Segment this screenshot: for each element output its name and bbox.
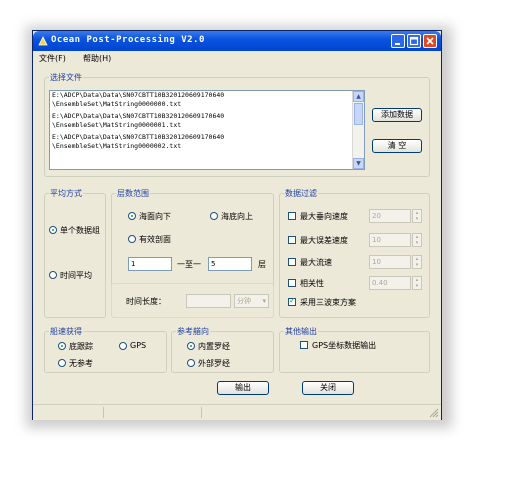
max-vertical-speed-label: 最大垂向速度 [300,212,348,221]
title-bar[interactable]: Ocean Post-Processing V2.0 [33,31,441,51]
bottom-up-radio[interactable] [210,212,218,220]
max-error-speed-spinner[interactable]: ▴ ▾ [412,233,422,247]
bottom-track-radio[interactable] [58,342,66,350]
main-window: Ocean Post-Processing V2.0 文件(F) 帮助(H) 选… [32,30,442,420]
maximize-button[interactable] [407,34,421,48]
gps-output-label: GPS坐标数据输出 [312,341,377,350]
gps-label: GPS [130,341,147,350]
max-vertical-speed-checkbox[interactable] [288,212,296,220]
close-window-button[interactable] [423,34,437,48]
correlation-input[interactable]: 0.40 [369,276,411,290]
time-length-input[interactable] [186,294,231,308]
file-list-item[interactable]: E:\ADCP\Data\Data\SN07CBTT10B32012060917… [50,91,364,108]
max-current-speed-checkbox[interactable] [288,258,296,266]
time-average-radio[interactable] [49,271,57,279]
window-title: Ocean Post-Processing V2.0 [51,35,205,45]
status-bar [33,404,441,420]
valid-profile-label: 有效剖面 [139,235,171,244]
correlation-label: 相关性 [300,279,324,288]
output-button[interactable]: 输出 [217,381,269,395]
gps-radio[interactable] [119,342,127,350]
scroll-down-icon[interactable]: ▼ [353,158,364,169]
close-button[interactable]: 关闭 [302,381,354,395]
bottom-up-label: 海底向上 [221,212,253,221]
file-select-label: 选择文件 [49,72,83,83]
other-output-label: 其他输出 [284,326,318,337]
resize-grip-icon[interactable] [429,408,439,418]
menu-help[interactable]: 帮助(H) [83,53,111,64]
max-error-speed-input[interactable]: 10 [369,233,411,247]
internal-compass-label: 内置罗经 [198,342,230,351]
averaging-label: 平均方式 [49,188,83,199]
surface-down-label: 海面向下 [139,212,171,221]
status-divider [201,407,202,418]
layer-to-input[interactable]: 5 [208,257,252,271]
layer-unit-label: 层 [258,260,266,269]
minimize-button[interactable] [391,34,405,48]
ship-speed-label: 船速获得 [49,326,83,337]
max-vertical-speed-spinner[interactable]: ▴ ▾ [412,209,422,223]
three-beam-label: 采用三波束方案 [300,298,356,307]
heading-ref-label: 参考艏向 [176,326,210,337]
external-compass-label: 外部罗经 [198,359,230,368]
max-current-speed-label: 最大流速 [300,258,332,267]
correlation-spinner[interactable]: ▴ ▾ [412,276,422,290]
max-current-speed-input[interactable]: 10 [369,255,411,269]
file-list-scrollbar[interactable]: ▲ ▼ [352,91,364,169]
no-reference-radio[interactable] [58,359,66,367]
correlation-checkbox[interactable] [288,279,296,287]
layer-to-label: 一至一 [177,260,201,269]
external-compass-radio[interactable] [187,359,195,367]
other-output-group [279,331,430,373]
file-list-item[interactable]: E:\ADCP\Data\Data\SN07CBTT10B32012060917… [50,112,364,129]
max-error-speed-checkbox[interactable] [288,236,296,244]
time-length-label: 时间长度： [126,297,166,306]
max-current-speed-spinner[interactable]: ▴ ▾ [412,255,422,269]
three-beam-checkbox[interactable] [288,296,296,306]
chevron-down-icon: ▾ [262,297,266,305]
bottom-track-label: 底跟踪 [69,342,93,351]
data-filter-label: 数据过滤 [284,188,318,199]
add-data-button[interactable]: 添加数据 [372,108,422,122]
app-icon [38,36,48,46]
scroll-thumb[interactable] [354,103,363,125]
scroll-up-icon[interactable]: ▲ [353,91,364,102]
internal-compass-radio[interactable] [187,342,195,350]
max-vertical-speed-input[interactable]: 20 [369,209,411,223]
time-average-label: 时间平均 [60,271,92,280]
maximize-icon [409,36,419,46]
minimize-icon [395,43,400,45]
time-unit-select[interactable]: 分钟 ▾ [234,294,269,308]
averaging-group [44,193,106,318]
clear-button[interactable]: 清 空 [372,139,422,153]
menu-file[interactable]: 文件(F) [39,53,66,64]
gps-output-checkbox[interactable] [300,341,308,349]
valid-profile-radio[interactable] [128,235,136,243]
status-divider [103,407,104,418]
max-error-speed-label: 最大误差速度 [300,236,348,245]
layer-from-input[interactable]: 1 [128,257,172,271]
layer-range-label: 层数范围 [116,188,150,199]
menu-bar: 文件(F) 帮助(H) [33,51,441,65]
file-list-item[interactable]: E:\ADCP\Data\Data\SN07CBTT10B32012060917… [50,133,364,150]
file-list[interactable]: E:\ADCP\Data\Data\SN07CBTT10B32012060917… [49,90,365,170]
close-icon [426,37,434,45]
single-group-label: 单个数据组 [60,226,100,235]
surface-down-radio[interactable] [128,212,136,220]
no-reference-label: 无参考 [69,359,93,368]
single-group-radio[interactable] [49,226,57,234]
